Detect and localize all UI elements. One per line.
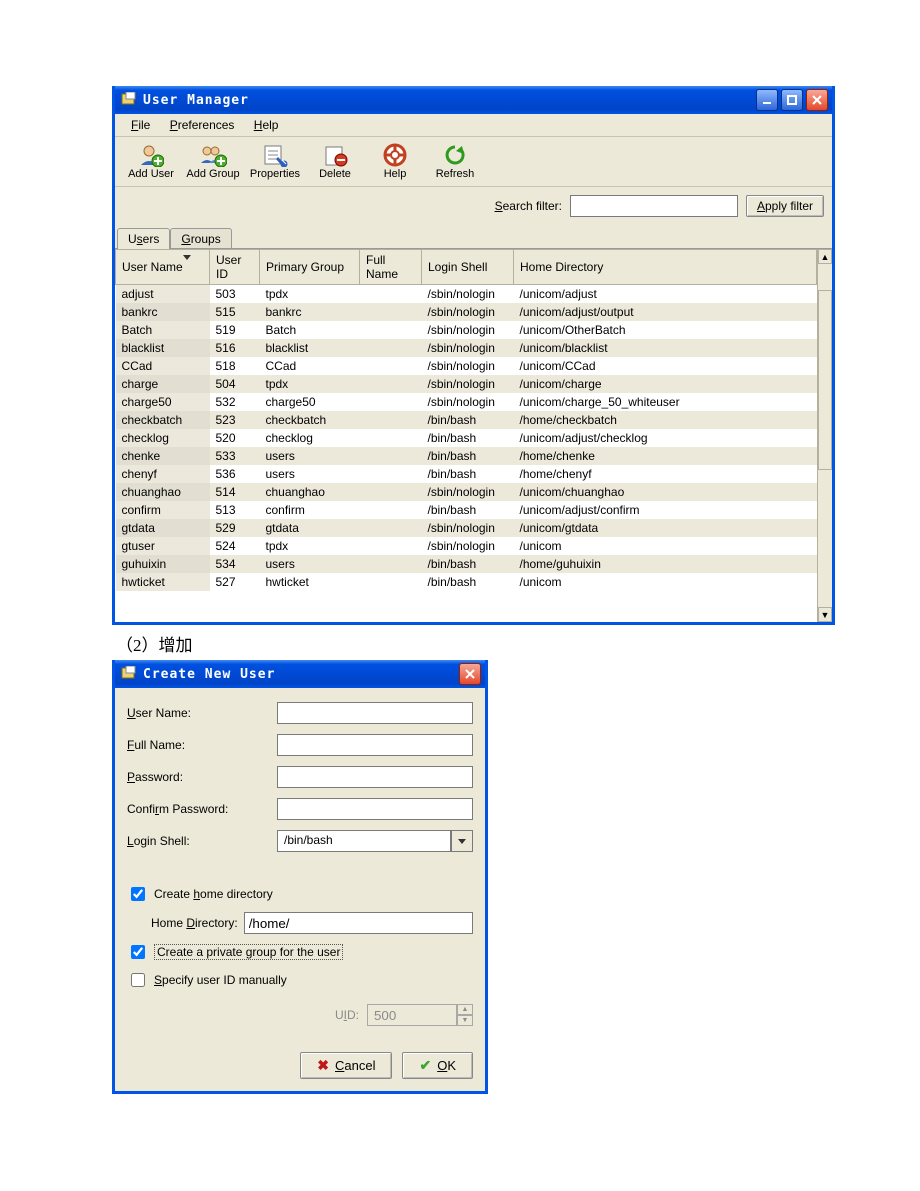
menubar: File Preferences Help [115,114,832,137]
add-user-icon [123,142,179,168]
add-group-button[interactable]: Add Group [181,140,245,182]
col-home-directory[interactable]: Home Directory [514,250,817,285]
uid-up-icon: ▲ [457,1004,473,1015]
close-button[interactable] [806,89,828,111]
table-row[interactable]: CCad518CCad/sbin/nologin/unicom/CCad [116,357,832,375]
menu-help[interactable]: Help [246,116,287,134]
dialog-close-button[interactable] [459,663,481,685]
specify-uid-label: Specify user ID manually [154,973,287,987]
cancel-icon: ✖ [317,1057,329,1074]
user-manager-window: User Manager File Preferences Help Add U… [112,86,835,625]
tabs: Users Groups [115,227,832,248]
table-row[interactable]: guhuixin534users/bin/bash/home/guhuixin [116,555,832,573]
table-header-row: User Name User ID Primary Group Full Nam… [116,250,832,285]
private-group-checkbox[interactable] [131,945,145,959]
uid-input [367,1004,457,1026]
fullname-input[interactable] [277,734,473,756]
scroll-down-icon[interactable]: ▼ [818,607,832,622]
delete-icon [307,142,363,168]
add-group-icon [183,142,243,168]
table-row[interactable]: gtuser524tpdx/sbin/nologin/unicom [116,537,832,555]
table-row[interactable]: checkbatch523checkbatch/bin/bash/home/ch… [116,411,832,429]
table-row[interactable]: hwticket527hwticket/bin/bash/unicom [116,573,832,591]
table-row[interactable]: bankrc515bankrc/sbin/nologin/unicom/adju… [116,303,832,321]
username-input[interactable] [277,702,473,724]
app-icon [121,92,137,108]
col-login-shell[interactable]: Login Shell [422,250,514,285]
table-row[interactable]: blacklist516blacklist/sbin/nologin/unico… [116,339,832,357]
apply-filter-button[interactable]: Apply filter [746,195,824,217]
refresh-icon [427,142,483,168]
delete-button[interactable]: Delete [305,140,365,182]
search-filter-input[interactable] [570,195,738,217]
help-button[interactable]: Help [365,140,425,182]
minimize-button[interactable] [756,89,778,111]
dialog-icon [121,666,137,682]
private-group-label: Create a private group for the user [154,944,343,960]
section-caption: （2）增加 [112,625,920,660]
create-user-dialog: Create New User User Name: Full Name: Pa… [112,660,488,1094]
table-row[interactable]: adjust503tpdx/sbin/nologin/unicom/adjust [116,285,832,304]
uid-down-icon: ▼ [457,1015,473,1026]
titlebar[interactable]: User Manager [115,86,832,114]
create-home-checkbox[interactable] [131,887,145,901]
login-shell-label: Login Shell: [127,834,277,848]
confirm-password-label: Confirm Password: [127,802,277,816]
uid-spinner: ▲ ▼ [367,1004,473,1026]
username-label: User Name: [127,706,277,720]
table-row[interactable]: Batch519Batch/sbin/nologin/unicom/OtherB… [116,321,832,339]
maximize-button[interactable] [781,89,803,111]
dialog-titlebar[interactable]: Create New User [115,660,485,688]
table-row[interactable]: chuanghao514chuanghao/sbin/nologin/unico… [116,483,832,501]
create-home-label: Create home directory [154,887,273,901]
chevron-down-icon[interactable] [451,830,473,852]
fullname-label: Full Name: [127,738,277,752]
dialog-title: Create New User [143,667,275,682]
table-row[interactable]: gtdata529gtdata/sbin/nologin/unicom/gtda… [116,519,832,537]
table-row[interactable]: checklog520checklog/bin/bash/unicom/adju… [116,429,832,447]
home-directory-label: Home Directory: [151,916,238,930]
tab-users[interactable]: Users [117,228,170,249]
add-user-button[interactable]: Add User [121,140,181,182]
scrollbar[interactable]: ▲ ▼ [817,249,832,622]
table-row[interactable]: confirm513confirm/bin/bash/unicom/adjust… [116,501,832,519]
search-filter-label: Search filter: [495,199,562,213]
login-shell-select[interactable]: /bin/bash [277,830,473,852]
menu-file[interactable]: File [123,116,158,134]
col-user-name[interactable]: User Name [116,250,210,285]
home-directory-input[interactable] [244,912,473,934]
filter-bar: Search filter: Apply filter [115,187,832,227]
window-title: User Manager [143,93,249,108]
scrollbar-thumb[interactable] [818,290,832,470]
col-full-name[interactable]: Full Name [360,250,422,285]
ok-icon: ✔ [419,1057,431,1074]
specify-uid-checkbox[interactable] [131,973,145,987]
uid-label: UID: [335,1008,359,1022]
scroll-up-icon[interactable]: ▲ [818,249,832,264]
confirm-password-input[interactable] [277,798,473,820]
user-table: User Name User ID Primary Group Full Nam… [115,248,832,622]
tab-groups[interactable]: Groups [170,228,231,249]
menu-preferences[interactable]: Preferences [162,116,243,134]
properties-button[interactable]: Properties [245,140,305,182]
col-primary-group[interactable]: Primary Group [260,250,360,285]
toolbar: Add User Add Group Properties Delete Hel… [115,137,832,187]
table-row[interactable]: chenyf536users/bin/bash/home/chenyf [116,465,832,483]
password-input[interactable] [277,766,473,788]
password-label: Password: [127,770,277,784]
table-row[interactable]: charge504tpdx/sbin/nologin/unicom/charge [116,375,832,393]
table-row[interactable]: chenke533users/bin/bash/home/chenke [116,447,832,465]
help-icon [367,142,423,168]
cancel-button[interactable]: ✖ Cancel [300,1052,392,1079]
table-row[interactable]: charge50532charge50/sbin/nologin/unicom/… [116,393,832,411]
chevron-down-icon [183,255,191,274]
refresh-button[interactable]: Refresh [425,140,485,182]
col-user-id[interactable]: User ID [210,250,260,285]
properties-icon [247,142,303,168]
ok-button[interactable]: ✔ OK [402,1052,473,1079]
